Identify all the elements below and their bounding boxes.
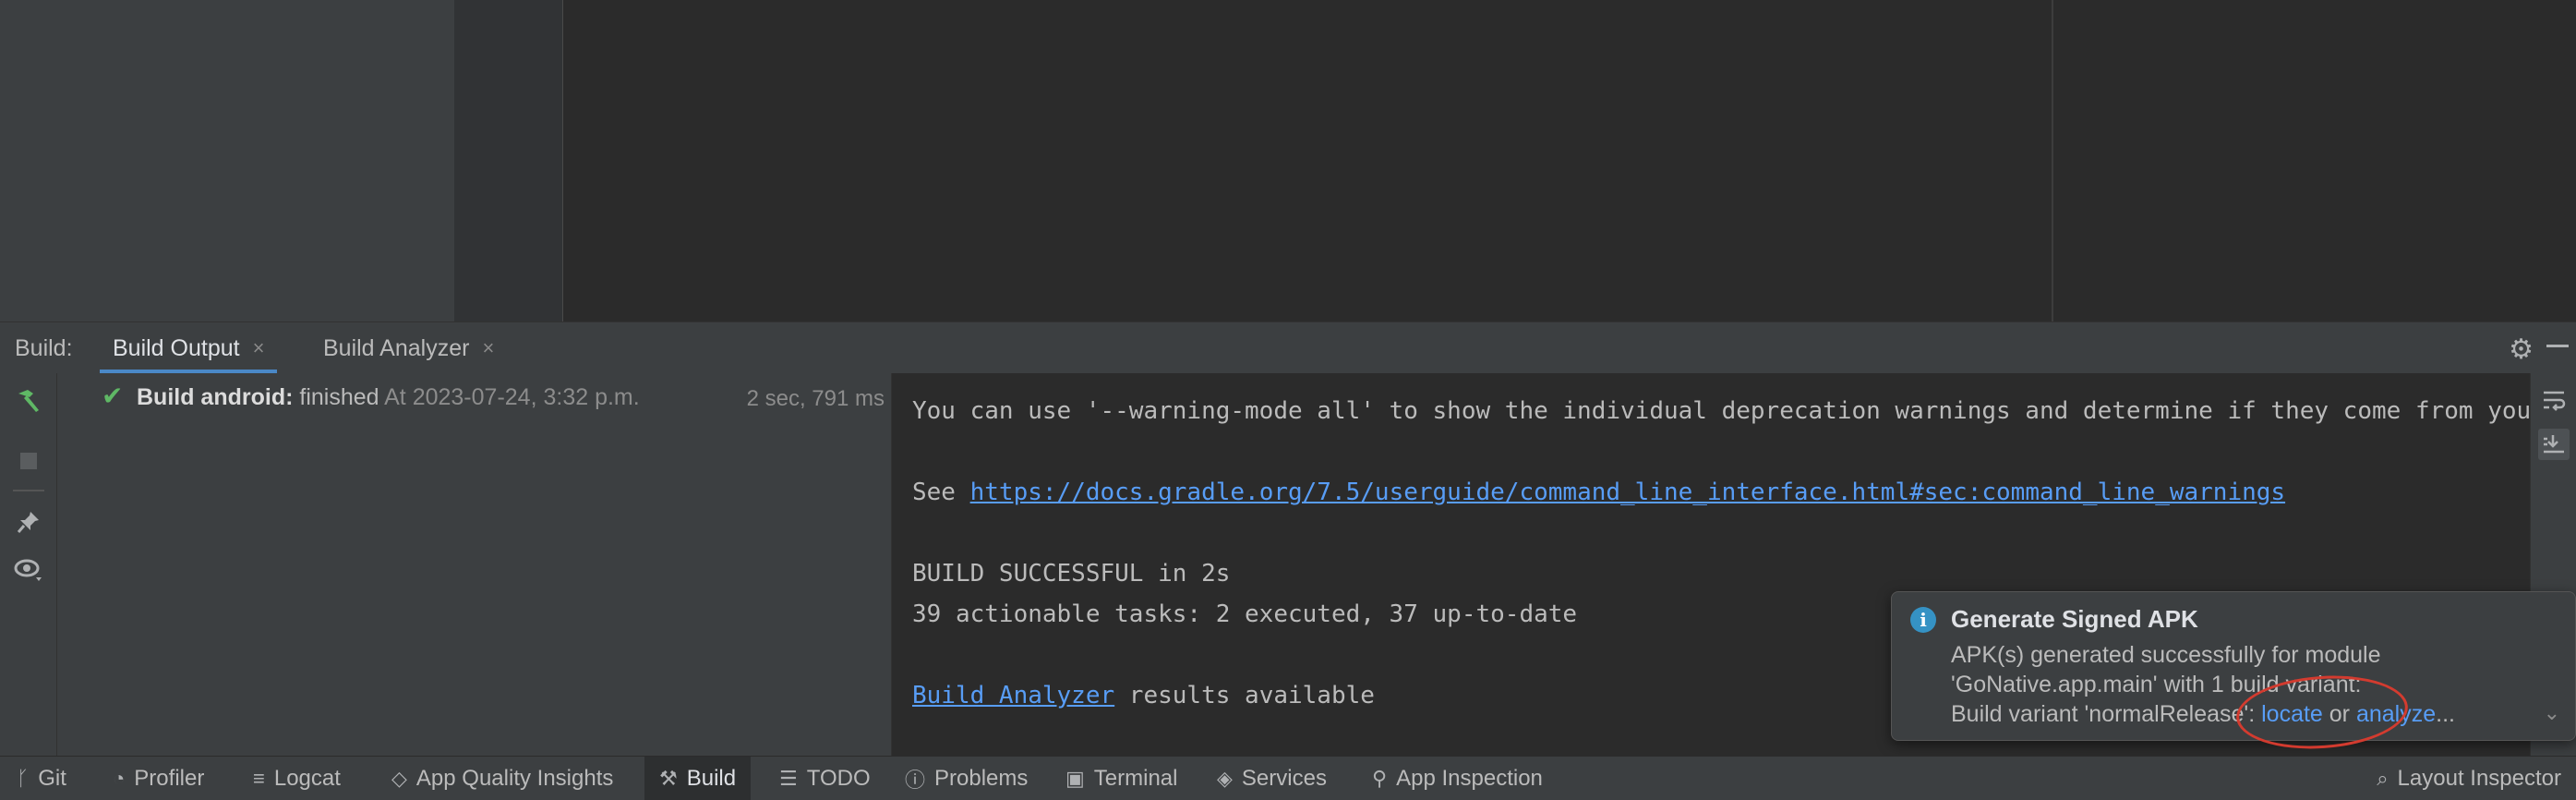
project-panel <box>0 0 454 321</box>
build-timestamp: At 2023-07-24, 3:32 p.m. <box>384 384 640 410</box>
tool-window-bar: ᚴ Git ◔ Profiler ≡ Logcat ◇ App Quality Insi… <box>0 756 2576 800</box>
build-tree: ✔ Build android: finished At 2023-07-24,… <box>57 373 892 756</box>
code-editor[interactable] <box>563 0 2052 321</box>
soft-wrap-icon[interactable] <box>2538 384 2570 416</box>
info-icon: i <box>1910 607 1936 633</box>
tab-label: Build Output <box>113 334 240 361</box>
toolwindow-label: Build <box>686 766 737 791</box>
toolwindow-label: Git <box>38 766 66 791</box>
diamond-icon: ◇ <box>391 767 407 790</box>
toolwindow-app-inspection[interactable]: ⚲ App Inspection <box>1372 757 1543 800</box>
hammer-icon[interactable] <box>13 384 44 416</box>
minimize-icon[interactable] <box>2546 345 2569 347</box>
toolwindow-label: App Inspection <box>1396 766 1543 791</box>
build-analyzer-link[interactable]: Build Analyzer <box>912 682 1114 709</box>
chevron-down-icon[interactable]: ⌄ <box>2544 701 2560 725</box>
build-duration: 2 sec, 791 ms <box>746 386 885 411</box>
console-text: results available <box>1114 682 1375 709</box>
console-line: See https://docs.gradle.org/7.5/userguid… <box>912 479 2285 506</box>
stop-icon[interactable] <box>13 445 44 477</box>
notification-line: APK(s) generated successfully for module <box>1951 642 2381 668</box>
toolwindow-label: Layout Inspector <box>2397 766 2561 791</box>
success-check-icon: ✔ <box>102 382 124 410</box>
toolbar-separator <box>13 490 44 491</box>
notification-text: Build variant 'normalRelease': <box>1951 701 2262 727</box>
toolwindow-label: Profiler <box>134 766 205 791</box>
tab-build-analyzer[interactable]: Build Analyzer × <box>310 322 507 374</box>
problems-icon: ⓘ <box>905 769 926 792</box>
eye-icon[interactable] <box>13 554 44 586</box>
layout-inspector-icon: ⌕ <box>2377 767 2389 790</box>
services-icon: ◈ <box>1217 767 1233 790</box>
pin-icon[interactable] <box>13 506 44 538</box>
build-task-name: Build android: <box>137 384 294 410</box>
list-icon: ☰ <box>779 767 798 790</box>
editor-gutter <box>454 0 563 321</box>
terminal-icon: ▣ <box>1065 767 1085 790</box>
inspection-icon: ⚲ <box>1372 767 1388 790</box>
toolwindow-layout-inspector[interactable]: ⌕ Layout Inspector <box>2377 757 2561 800</box>
toolwindow-label: App Quality Insights <box>415 766 614 791</box>
toolwindow-todo[interactable]: ☰ TODO <box>779 757 871 800</box>
logcat-icon: ≡ <box>253 767 265 790</box>
gear-icon[interactable]: ⚙ <box>2509 333 2534 366</box>
console-text: See <box>912 479 970 506</box>
tab-label: Build Analyzer <box>323 334 470 361</box>
console-line: BUILD SUCCESSFUL in 2s <box>912 560 1231 588</box>
toolwindow-services[interactable]: ◈ Services <box>1217 757 1327 800</box>
tree-row-build-android[interactable]: ✔ Build android: finished At 2023-07-24,… <box>57 379 892 416</box>
toolwindow-profiler[interactable]: ◔ Profiler <box>113 757 204 800</box>
git-icon: ᚴ <box>17 767 30 790</box>
console-line: You can use '--warning-mode all' to show… <box>912 397 2530 425</box>
toolwindow-problems[interactable]: ⓘ Problems <box>905 757 1028 800</box>
toolwindow-logcat[interactable]: ≡ Logcat <box>253 757 341 800</box>
toolwindow-build[interactable]: ⚒ Build <box>644 757 752 800</box>
toolwindow-terminal[interactable]: ▣ Terminal <box>1065 757 1178 800</box>
scroll-to-end-icon[interactable] <box>2538 429 2570 460</box>
console-line: 39 actionable tasks: 2 executed, 37 up-t… <box>912 600 1578 628</box>
toolwindow-label: Logcat <box>273 766 341 791</box>
tab-build-output[interactable]: Build Output × <box>100 322 278 374</box>
close-icon[interactable]: × <box>253 336 265 360</box>
editor-right-area <box>2053 0 2576 321</box>
hammer-icon: ⚒ <box>659 767 678 790</box>
toolwindow-label: Problems <box>934 766 1029 791</box>
toolwindow-git[interactable]: ᚴ Git <box>17 757 66 800</box>
console-line: Build Analyzer results available <box>912 682 1375 709</box>
toolwindow-label: TODO <box>806 766 871 791</box>
toolwindow-app-quality-insights[interactable]: ◇ App Quality Insights <box>391 757 613 800</box>
toolwindow-label: Services <box>1241 766 1327 791</box>
editor-area <box>0 0 2576 321</box>
notification-title: Generate Signed APK <box>1951 605 2198 633</box>
build-left-toolbar <box>0 373 57 756</box>
ellipsis: ... <box>2436 701 2455 727</box>
generate-signed-apk-notification[interactable]: i Generate Signed APK APK(s) generated s… <box>1891 591 2576 741</box>
tree-row-text: Build android: finished At 2023-07-24, 3… <box>137 384 640 411</box>
build-tool-window-header: Build: Build Output × Build Analyzer × ⚙ <box>0 321 2576 374</box>
docs-link[interactable]: https://docs.gradle.org/7.5/userguide/co… <box>970 479 2285 506</box>
profiler-icon: ◔ <box>113 767 126 790</box>
tool-window-title: Build: <box>15 335 73 361</box>
close-icon[interactable]: × <box>482 336 494 360</box>
toolwindow-label: Terminal <box>1093 766 1178 791</box>
build-status: finished <box>299 384 379 410</box>
